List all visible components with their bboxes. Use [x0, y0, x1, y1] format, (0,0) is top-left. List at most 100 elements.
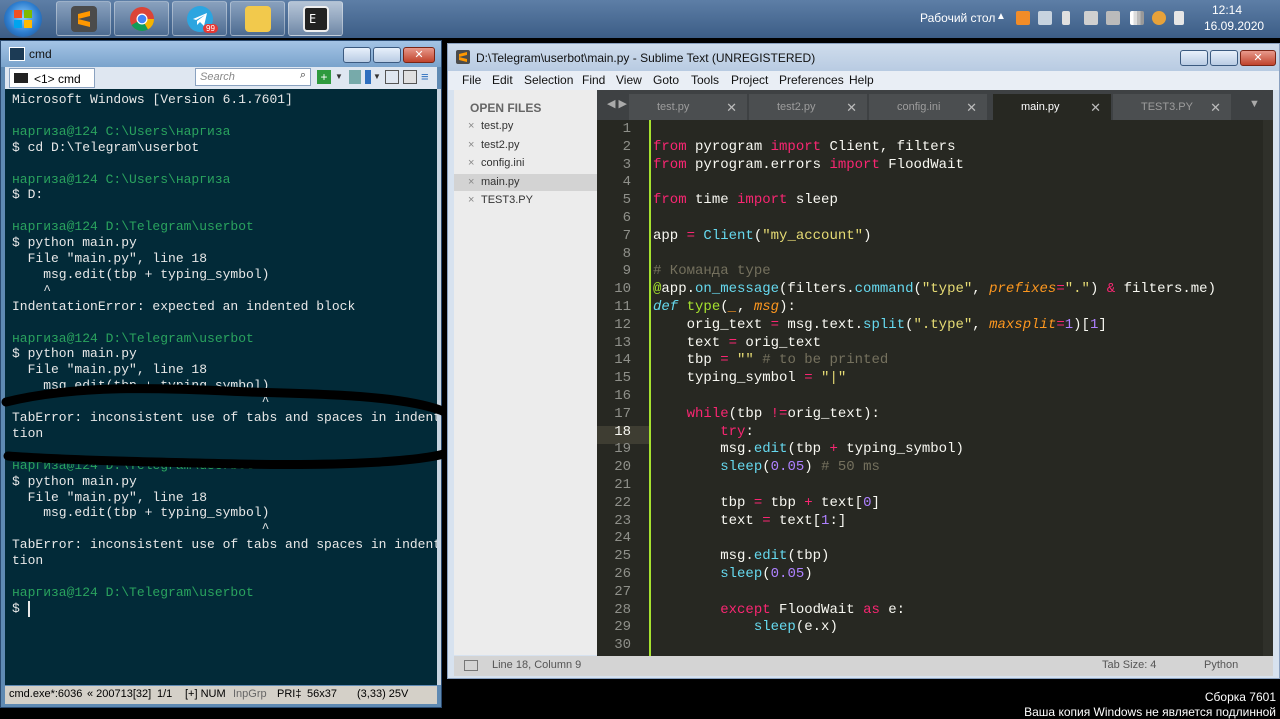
chrome-icon [129, 6, 155, 32]
cmd-minimize-button[interactable] [343, 47, 371, 63]
sublime-close-button[interactable]: ✕ [1240, 50, 1276, 66]
taskbar-console-button[interactable]: E [288, 1, 343, 36]
close-icon[interactable]: ✕ [846, 100, 857, 116]
layout-icon[interactable] [403, 70, 417, 84]
console-line: TabError: inconsistent use of tabs and s… [12, 537, 437, 553]
menu-preferences[interactable]: Preferences [779, 73, 844, 87]
cmd-tab[interactable]: <1> cmd [9, 68, 95, 88]
status-tab-size[interactable]: Tab Size: 4 [1102, 659, 1156, 671]
close-icon[interactable]: ✕ [726, 100, 737, 116]
close-icon[interactable]: × [468, 139, 474, 151]
scroll-icon[interactable] [365, 70, 371, 84]
editor-scrollbar[interactable] [1263, 120, 1273, 656]
console-line: msg.edit(tbp + typing_symbol) [12, 266, 270, 282]
sublime-minimize-button[interactable] [1180, 50, 1208, 66]
sidebar-file-label: config.ini [481, 157, 525, 169]
code-line-17: try: [720, 423, 754, 440]
taskbar-explorer-button[interactable] [230, 1, 285, 36]
menu-view[interactable]: View [616, 73, 642, 87]
code-line-12: text = orig_text [653, 334, 822, 351]
close-icon[interactable]: ✕ [1210, 100, 1221, 116]
tray-network-icon[interactable] [1106, 11, 1120, 25]
console-line: File "main.py", line 18 [12, 362, 208, 378]
taskbar-chrome-button[interactable] [114, 1, 169, 36]
console-line: ^ [12, 521, 270, 537]
menu-find[interactable]: Find [582, 73, 605, 87]
close-icon[interactable]: × [468, 176, 474, 188]
code-editor[interactable]: 1 2 3 4 5 6 7 8 9 10 11 12 13 14 15 16 17 18 19 20 21 22 23 24 2… [597, 120, 1273, 656]
close-icon[interactable]: × [468, 157, 474, 169]
cmd-close-button[interactable]: ✕ [403, 47, 435, 63]
tray-expand-icon[interactable]: ▲ [996, 11, 1006, 22]
tab-config-ini[interactable]: config.ini ✕ [869, 94, 987, 120]
cmd-maximize-button[interactable] [373, 47, 401, 63]
menu-edit[interactable]: Edit [492, 73, 513, 87]
taskbar-sublime-button[interactable] [56, 1, 111, 36]
clock-date[interactable]: 16.09.2020 [1204, 19, 1264, 33]
sublime-maximize-button[interactable] [1210, 50, 1238, 66]
console-line: $ D: [12, 187, 44, 203]
tab-test2-py[interactable]: test2.py ✕ [749, 94, 867, 120]
sublime-titlebar[interactable]: D:\Telegram\userbot\main.py - Sublime Te… [448, 44, 1279, 71]
tray-signal-icon[interactable] [1130, 11, 1144, 25]
sidebar-file-label: test2.py [481, 138, 520, 151]
tray-monitor-icon[interactable] [1038, 11, 1052, 25]
menu-project[interactable]: Project [731, 73, 768, 87]
tab-test-py[interactable]: test.py ✕ [629, 94, 747, 120]
sidebar-file-config-ini[interactable]: × config.ini [454, 155, 597, 172]
status-mode: [+] NUM [185, 688, 226, 700]
menu-tools[interactable]: Tools [691, 73, 719, 87]
taskbar: 99 E Рабочий стол ▲ 12:14 16.09.2020 [0, 0, 1280, 38]
tab-test3-py[interactable]: TEST3.PY ✕ [1113, 94, 1231, 120]
open-files-header: OPEN FILES [470, 101, 542, 115]
taskbar-telegram-button[interactable]: 99 [172, 1, 227, 36]
menu-help[interactable]: Help [849, 73, 874, 87]
line-number: 14 [614, 352, 631, 369]
chevron-down-icon[interactable]: ▼ [373, 72, 381, 81]
new-console-icon[interactable]: + [317, 70, 331, 84]
menu-file[interactable]: File [462, 73, 481, 87]
close-icon[interactable]: × [468, 194, 474, 206]
status-input: InpGrp [233, 688, 267, 700]
line-number: 16 [614, 388, 631, 404]
status-line-column: Line 18, Column 9 [492, 659, 582, 671]
windows-logo-icon [14, 10, 32, 28]
cmd-statusbar: cmd.exe*:6036 « 200713[32] 1/1 [+] NUM I… [5, 686, 437, 704]
line-number: 5 [622, 192, 631, 209]
status-syntax[interactable]: Python [1204, 659, 1238, 671]
sidebar-file-test3-py[interactable]: × TEST3.PY [454, 192, 597, 209]
marker-scribble [1, 384, 472, 469]
tray-usb-icon[interactable] [1062, 11, 1070, 25]
sublime-statusbar: Line 18, Column 9 Tab Size: 4 Python [454, 656, 1273, 676]
cmd-titlebar[interactable]: cmd ✕ [1, 41, 441, 67]
split-icon[interactable] [385, 70, 399, 84]
panel-toggle-icon[interactable] [464, 660, 478, 671]
menu-goto[interactable]: Goto [653, 73, 679, 87]
tab-dropdown-icon[interactable]: ▼ [1249, 98, 1260, 110]
start-button[interactable] [4, 1, 42, 37]
search-icon[interactable]: ⌕ [300, 69, 306, 82]
close-icon[interactable]: × [468, 120, 474, 132]
sidebar-file-test-py[interactable]: × test.py [454, 118, 597, 135]
line-number: 21 [614, 477, 631, 493]
menu-icon[interactable]: ≡ [421, 69, 429, 84]
console-line: Microsoft Windows [Version 6.1.7601] [12, 92, 293, 107]
tray-flag-icon[interactable] [1174, 11, 1184, 25]
tab-main-py[interactable]: main.py ✕ [993, 94, 1111, 120]
pause-icon[interactable] [349, 70, 361, 84]
folder-icon [245, 6, 271, 32]
tray-update-icon[interactable] [1152, 11, 1166, 25]
tab-nav-arrows-icon[interactable]: ◀ ▶ [607, 97, 627, 110]
tray-volume-icon[interactable] [1084, 11, 1098, 25]
tray-app-icon[interactable] [1016, 11, 1030, 25]
cmd-search-input[interactable]: Search ⌕ [195, 68, 311, 86]
menu-selection[interactable]: Selection [524, 73, 573, 87]
sidebar-file-test2-py[interactable]: × test2.py [454, 137, 597, 154]
sidebar-file-main-py[interactable]: × main.py [454, 173, 597, 191]
console-line: $ [12, 600, 28, 616]
chevron-down-icon[interactable]: ▼ [335, 72, 343, 81]
close-icon[interactable]: ✕ [1090, 100, 1101, 116]
clock-time[interactable]: 12:14 [1212, 3, 1242, 17]
close-icon[interactable]: ✕ [966, 100, 977, 116]
tab-label: test2.py [777, 101, 816, 113]
